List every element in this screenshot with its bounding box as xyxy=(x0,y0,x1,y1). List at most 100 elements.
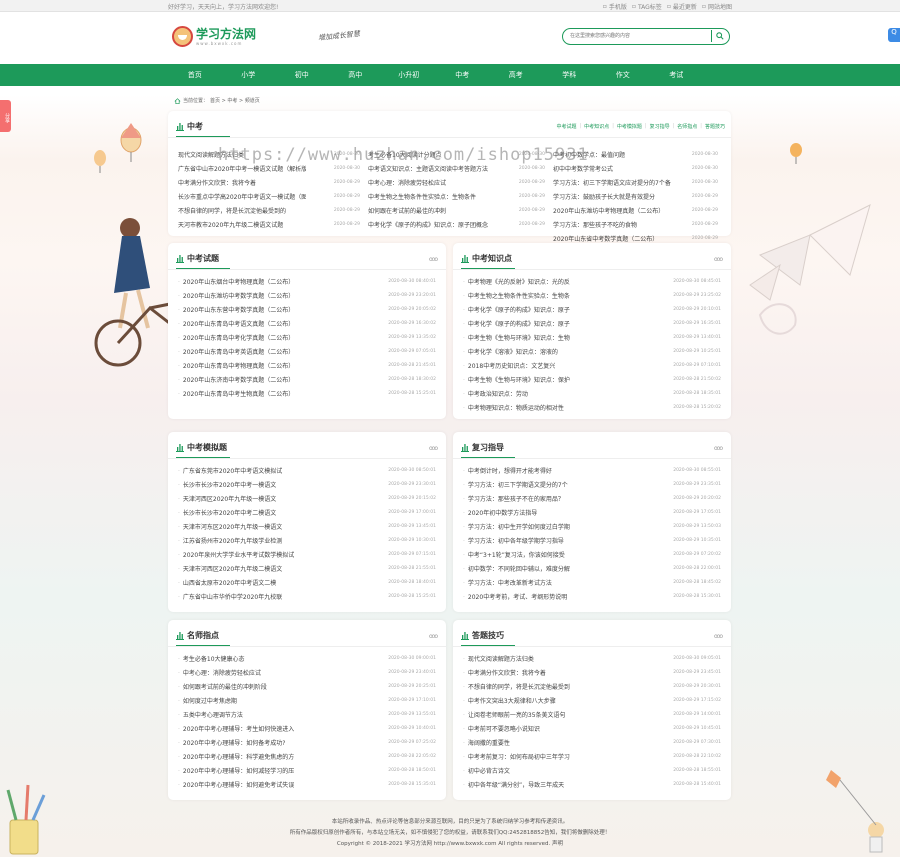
article-title[interactable]: 考生必备10大健康心态 xyxy=(178,654,378,663)
breadcrumb-item[interactable]: 频道页 xyxy=(245,98,260,104)
article-item[interactable]: 中考作文突出3大规律和八大步骤 2020-08-29 17:15:02 xyxy=(463,693,721,707)
article-title[interactable]: 不想自律的同学，将是长沉淀他最受到的 xyxy=(178,206,306,215)
article-title[interactable]: 学习方法：初中生开学如何度过白学期 xyxy=(463,522,663,531)
article-title[interactable]: 长沙市长沙市2020年中考一模语文 xyxy=(178,480,378,489)
top-link[interactable]: ▫ 手机版 xyxy=(603,2,627,11)
article-title[interactable]: 2020年泉州大学学业水平考试数学模拟试 xyxy=(178,550,378,559)
article-item[interactable]: 中考生物之生物条件性实验点：生物条件 2020-08-29 xyxy=(368,189,553,203)
top-link[interactable]: ▫ 网站地图 xyxy=(702,2,732,11)
nav-item[interactable]: 小学 xyxy=(222,70,276,80)
article-title[interactable]: 2020年中考心理辅导：考生如何快速进入 xyxy=(178,724,378,733)
article-item[interactable]: 2020年中考心理辅导：科学避免焦虑的方 2020-08-28 22:05:02 xyxy=(178,749,436,763)
article-title[interactable]: 中考作文突出3大规律和八大步骤 xyxy=(463,696,663,705)
article-item[interactable]: 2020年山东东营中考数学真题（二公布） 2020-08-29 20:05:02 xyxy=(178,302,436,316)
article-title[interactable]: 不想自律的同学，将是长沉淀他最受到 xyxy=(463,682,663,691)
share-side-button[interactable]: 分享 xyxy=(0,100,11,132)
article-title[interactable]: 学习方法：初中各年级学期学习指导 xyxy=(463,536,663,545)
article-title[interactable]: 2020年山东青岛中考语文真题（二公布） xyxy=(178,319,378,328)
article-title[interactable]: 海阔撒的重要性 xyxy=(463,738,663,747)
article-item[interactable]: 中考物理《光的反射》知识点：光的反 2020-08-30 08:45:01 xyxy=(463,274,721,288)
article-item[interactable]: 中考生物《生物与环境》知识点：生物 2020-08-29 13:40:01 xyxy=(463,330,721,344)
article-item[interactable]: 山西省太原市2020年中考语文二模 2020-08-28 18:40:01 xyxy=(178,575,436,589)
article-title[interactable]: 2020年中考心理辅导：如何备考成功? xyxy=(178,738,378,747)
article-title[interactable]: 学习方法：初三下学期语文应对提分的7个备 xyxy=(553,178,681,187)
more-icon[interactable]: ooo xyxy=(714,445,723,452)
article-title[interactable]: 中考生物之生物条件性实验点：生物条件 xyxy=(368,192,496,201)
article-item[interactable]: 不想自律的同学，将是长沉淀他最受到的 2020-08-29 xyxy=(178,203,368,217)
article-item[interactable]: 2020年中考心理辅导：如何减轻学习的压 2020-08-28 18:50:01 xyxy=(178,763,436,777)
breadcrumb-item[interactable]: 首页 xyxy=(210,98,220,104)
article-title[interactable]: 2020年山东东营中考数学真题（二公布） xyxy=(178,305,378,314)
article-item[interactable]: 五类中考心理调节方法 2020-08-29 13:55:01 xyxy=(178,707,436,721)
article-title[interactable]: 学习方法：鼓励孩子长大就是有效提分 xyxy=(553,192,681,201)
article-title[interactable]: 2018中考历史知识点：文艺复兴 xyxy=(463,361,663,370)
article-title[interactable]: 中考化学《溶液》知识点：溶液的 xyxy=(463,347,663,356)
article-item[interactable]: 2020年山东青岛中考语文真题（二公布） 2020-08-29 16:30:02 xyxy=(178,316,436,330)
article-item[interactable]: 中考满分作文欣赏：我将今着 2020-08-29 xyxy=(178,175,368,189)
more-icon[interactable]: ooo xyxy=(429,256,438,263)
article-item[interactable]: 长沙市重点中学高2020年中考语文一模试题（图 2020-08-29 xyxy=(178,189,368,203)
article-title[interactable]: 2020年山东青岛中考物理真题（二公布） xyxy=(178,361,378,370)
nav-item[interactable]: 初中 xyxy=(275,70,329,80)
article-title[interactable]: 中考物理知识点：物质运动的相对性 xyxy=(463,403,663,412)
article-title[interactable]: 现代文阅读解题方法归类 xyxy=(463,654,663,663)
article-item[interactable]: 不想自律的同学，将是长沉淀他最受到 2020-08-29 20:30:01 xyxy=(463,679,721,693)
article-item[interactable]: 初中数学：不同轮回中辅以，难度分解 2020-08-28 22:00:01 xyxy=(463,561,721,575)
nav-item[interactable]: 高考 xyxy=(489,70,543,80)
article-title[interactable]: 天津市河西区2020年九年级二模语文 xyxy=(178,564,378,573)
article-item[interactable]: 2020年泉州大学学业水平考试数学模拟试 2020-08-29 07:15:01 xyxy=(178,547,436,561)
article-item[interactable]: 2020年山东青岛中考英语真题（二公布） 2020-08-29 07:05:01 xyxy=(178,344,436,358)
nav-item[interactable]: 作文 xyxy=(596,70,650,80)
article-title[interactable]: 学习方法：那些孩子不在的家用品？ xyxy=(463,494,663,503)
article-title[interactable]: 2020年中考心理辅导：如何避免考试失误 xyxy=(178,780,378,789)
nav-item[interactable]: 小升初 xyxy=(382,70,436,80)
article-item[interactable]: 2020年山东济南中考数学真题（二公布） 2020-08-28 18:30:02 xyxy=(178,372,436,386)
article-item[interactable]: 2020年山东青岛中考生物真题（二公布） 2020-08-28 15:25:01 xyxy=(178,386,436,400)
article-title[interactable]: 让阅卷老师眼前一亮的35条美文语句 xyxy=(463,710,663,719)
article-title[interactable]: 2020年山东省中考数学真题（二公布） xyxy=(553,234,681,243)
nav-item[interactable]: 中考 xyxy=(436,70,490,80)
article-title[interactable]: 如何跟考试前的最佳的冲刺阶段 xyxy=(178,682,378,691)
article-item[interactable]: 如何跟在考试前的最佳的冲刺 2020-08-29 xyxy=(368,203,553,217)
article-title[interactable]: 如何跟在考试前的最佳的冲刺 xyxy=(368,206,496,215)
article-title[interactable]: 天河市教市2020年九年级二模语文试题 xyxy=(178,220,306,229)
article-title[interactable]: 2020中考考前，考试、考纲形势说明 xyxy=(463,592,663,601)
article-item[interactable]: 2020年山东潍坊中考物理真题（二公布） 2020-08-29 xyxy=(553,203,726,217)
article-item[interactable]: 中考心理：消除疲劳轻松应试 2020-08-29 xyxy=(368,175,553,189)
article-title[interactable]: 五类中考心理调节方法 xyxy=(178,710,378,719)
article-title[interactable]: 中考心理：消除疲劳轻松应试 xyxy=(368,178,496,187)
article-title[interactable]: 2020年初中数学方法指导 xyxy=(463,508,663,517)
article-item[interactable]: 学习方法：那些孩子不在的家用品？ 2020-08-29 20:20:02 xyxy=(463,491,721,505)
article-title[interactable]: 中考生物《生物与环境》知识点：保护 xyxy=(463,375,663,384)
article-title[interactable]: 2020年山东烟台中考物理真题（二公布） xyxy=(178,277,378,286)
article-item[interactable]: 2020年中考心理辅导：如何备考成功? 2020-08-29 07:25:02 xyxy=(178,735,436,749)
article-title[interactable]: 中考满分作文欣赏：我将今着 xyxy=(178,178,306,187)
article-title[interactable]: 初中数学：不同轮回中辅以，难度分解 xyxy=(463,564,663,573)
article-item[interactable]: 学习方法：鼓励孩子长大就是有效提分 2020-08-29 xyxy=(553,189,726,203)
article-item[interactable]: 天河市教市2020年九年级二模语文试题 2020-08-29 xyxy=(178,217,368,231)
article-item[interactable]: 中考“3+1轮”复习法，你该如何接受 2020-08-29 07:20:02 xyxy=(463,547,721,561)
nav-item[interactable]: 学科 xyxy=(543,70,597,80)
more-icon[interactable]: ooo xyxy=(714,633,723,640)
top-link[interactable]: ▫ 最近更新 xyxy=(667,2,697,11)
article-item[interactable]: 江苏省扬州市2020年九年级学业检测 2020-08-29 10:30:01 xyxy=(178,533,436,547)
article-item[interactable]: 中考化学《原子的构成》知识点：原子 2020-08-29 16:35:01 xyxy=(463,316,721,330)
article-title[interactable]: 中考化学《原子的构成》知识点：原子 xyxy=(463,305,663,314)
article-item[interactable]: 如何跟考试前的最佳的冲刺阶段 2020-08-29 20:25:01 xyxy=(178,679,436,693)
article-title[interactable]: 中考考前复习：如何布局初中三年学习 xyxy=(463,752,663,761)
article-item[interactable]: 广东省中山市华侨中学2020年九校联 2020-08-28 15:25:01 xyxy=(178,589,436,603)
article-item[interactable]: 考生必备10大健康心态 2020-08-30 09:00:01 xyxy=(178,651,436,665)
article-item[interactable]: 2018中考历史知识点：文艺复兴 2020-08-29 07:10:01 xyxy=(463,358,721,372)
site-logo[interactable]: 学习方法网 www.bxwxk.com xyxy=(172,26,256,47)
article-item[interactable]: 2020年山东青岛中考物理真题（二公布） 2020-08-28 21:45:01 xyxy=(178,358,436,372)
article-item[interactable]: 学习方法：初三下学期语文应对提分的7个备 2020-08-30 xyxy=(553,175,726,189)
article-item[interactable]: 中考考前复习：如何布局初中三年学习 2020-08-28 22:10:02 xyxy=(463,749,721,763)
article-title[interactable]: 长沙市重点中学高2020年中考语文一模试题（图 xyxy=(178,192,306,201)
article-item[interactable]: 如何度过中考焦虑期 2020-08-29 17:10:01 xyxy=(178,693,436,707)
article-title[interactable]: 学习方法：初三下学期语文提分的7个 xyxy=(463,480,663,489)
article-title[interactable]: 中考物理《光的反射》知识点：光的反 xyxy=(463,277,663,286)
article-item[interactable]: 天津河西区2020年九年级一模语文 2020-08-29 20:15:02 xyxy=(178,491,436,505)
article-title[interactable]: 中考化学《原子的构成》知识点：原子团概念 xyxy=(368,220,496,229)
article-item[interactable]: 学习方法：初中各年级学期学习指导 2020-08-29 10:35:01 xyxy=(463,533,721,547)
article-title[interactable]: 2020年山东青岛中考化学真题（二公布） xyxy=(178,333,378,342)
